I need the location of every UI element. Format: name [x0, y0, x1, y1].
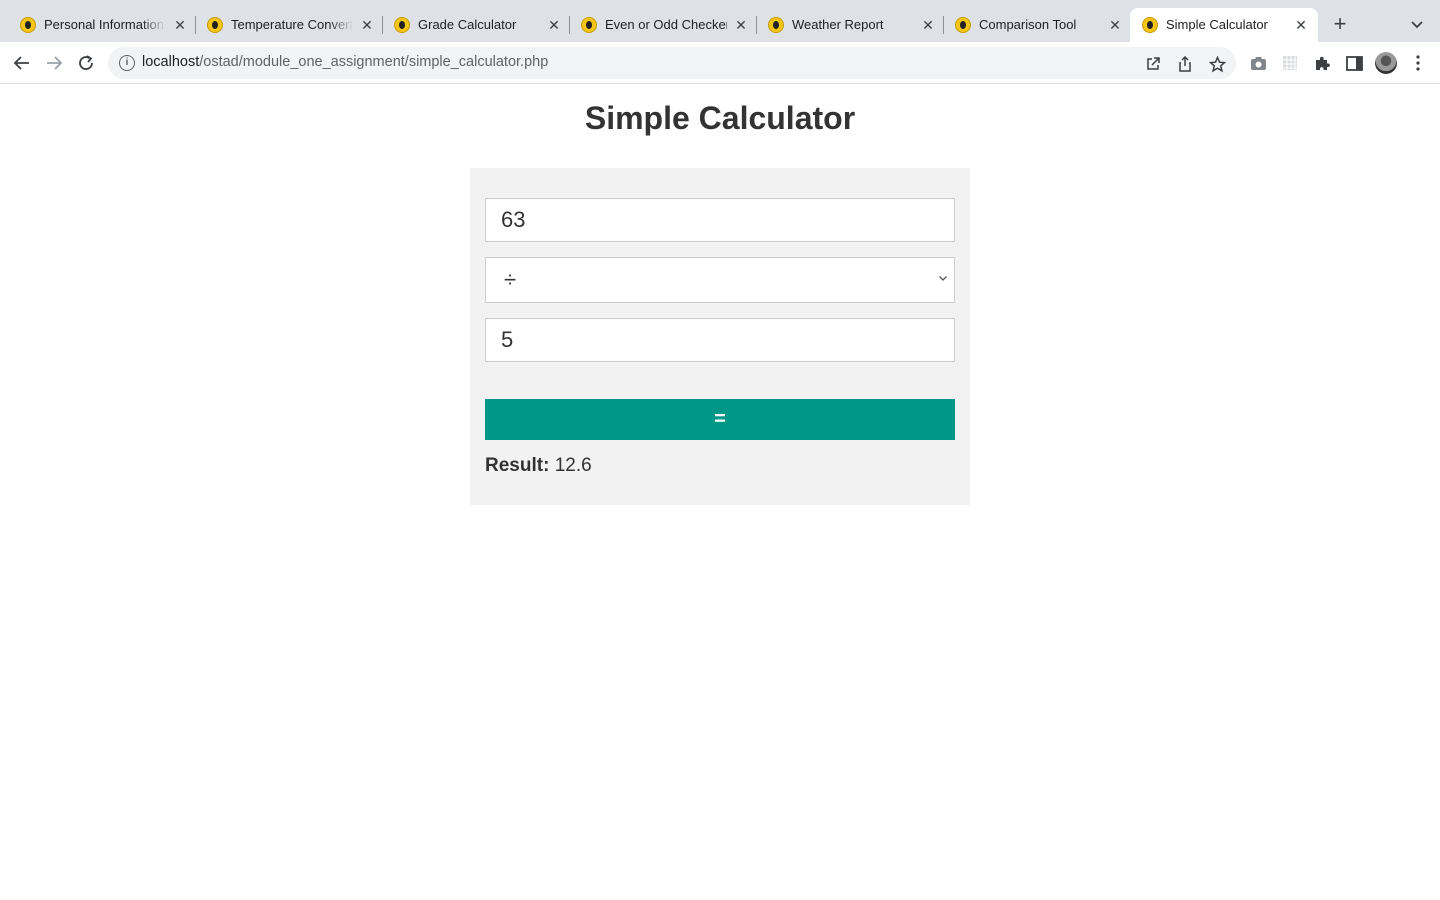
tab-weather-report[interactable]: Weather Report ✕ [756, 8, 944, 42]
operator-select[interactable]: ÷ [485, 257, 955, 303]
tab-comparison-tool[interactable]: Comparison Tool ✕ [943, 8, 1130, 42]
site-favicon-icon [20, 17, 36, 33]
menu-dots-icon[interactable] [1409, 54, 1427, 72]
site-favicon-icon [1142, 17, 1158, 33]
tab-title: Weather Report [792, 17, 884, 32]
tab-title: Simple Calculator [1166, 17, 1268, 32]
close-icon[interactable]: ✕ [545, 16, 563, 34]
tab-search-chevron-icon[interactable] [1406, 15, 1428, 35]
site-favicon-icon [207, 17, 223, 33]
url-path: /ostad/module_one_assignment/simple_calc… [199, 54, 549, 70]
address-bar[interactable]: i localhost/ostad/module_one_assignment/… [108, 47, 1236, 79]
site-favicon-icon [394, 17, 410, 33]
close-icon[interactable]: ✕ [358, 16, 376, 34]
close-icon[interactable]: ✕ [1106, 16, 1124, 34]
result-value: 12.6 [554, 455, 592, 476]
new-tab-plus-icon[interactable]: + [1328, 13, 1352, 37]
tab-title: Comparison Tool [979, 17, 1077, 32]
extensions-puzzle-icon[interactable] [1313, 54, 1331, 72]
screenshot-camera-icon[interactable] [1249, 54, 1267, 72]
second-number-input[interactable]: 5 [485, 318, 955, 362]
tab-temperature-converter[interactable]: Temperature Converter ✕ [195, 8, 383, 42]
tab-even-or-odd-checker[interactable]: Even or Odd Checker ✕ [569, 8, 757, 42]
bookmark-star-icon[interactable] [1208, 55, 1226, 73]
tab-title: Even or Odd Checker [605, 17, 727, 32]
extension-grid-icon[interactable] [1281, 54, 1299, 72]
calculator-card: 63 ÷ 5 = Result: 12.6 [470, 168, 970, 505]
url-host: localhost [142, 54, 200, 70]
tab-grade-calculator[interactable]: Grade Calculator ✕ [382, 8, 570, 42]
tab-strip: Personal Information F ✕ Temperature Con… [0, 0, 1440, 42]
site-favicon-icon [581, 17, 597, 33]
close-icon[interactable]: ✕ [732, 16, 750, 34]
tab-simple-calculator[interactable]: Simple Calculator ✕ [1130, 8, 1318, 42]
close-icon[interactable]: ✕ [919, 16, 937, 34]
result-text: Result: 12.6 [485, 455, 592, 477]
tab-title: Grade Calculator [418, 17, 517, 32]
chevron-down-icon [939, 276, 947, 281]
close-icon[interactable]: ✕ [1292, 16, 1310, 34]
close-icon[interactable]: ✕ [171, 16, 189, 34]
site-favicon-icon [768, 17, 784, 33]
first-number-input[interactable]: 63 [485, 198, 955, 242]
tab-title: Personal Information F [44, 17, 166, 32]
back-arrow-icon[interactable] [11, 52, 33, 74]
site-favicon-icon [955, 17, 971, 33]
profile-avatar[interactable] [1375, 52, 1397, 74]
tab-title: Temperature Converter [231, 17, 353, 32]
page-title: Simple Calculator [584, 100, 856, 136]
equals-button[interactable]: = [485, 399, 955, 440]
browser-toolbar: i localhost/ostad/module_one_assignment/… [0, 42, 1440, 84]
reload-icon[interactable] [75, 52, 97, 74]
tab-personal-information[interactable]: Personal Information F ✕ [8, 8, 196, 42]
operator-value: ÷ [504, 267, 517, 292]
url-text[interactable]: localhost/ostad/module_one_assignment/si… [142, 54, 548, 70]
site-info-icon[interactable]: i [119, 55, 135, 71]
forward-arrow-icon[interactable] [43, 52, 65, 74]
open-in-new-window-icon[interactable] [1144, 55, 1162, 73]
side-panel-icon[interactable] [1345, 54, 1363, 72]
share-icon[interactable] [1176, 55, 1194, 73]
result-label: Result: [485, 455, 550, 476]
